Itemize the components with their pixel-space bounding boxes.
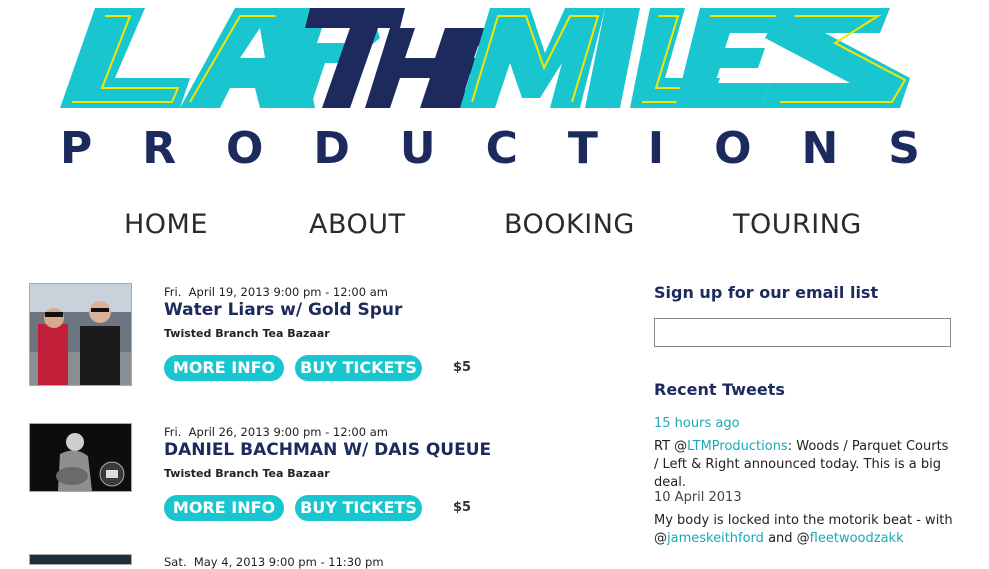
buy-tickets-button[interactable]: BUY TICKETS: [295, 355, 422, 381]
lap-the-miles-logo-art: [60, 8, 910, 108]
nav-booking-link[interactable]: BOOKING: [504, 205, 635, 245]
tweet-mention-link[interactable]: jameskeithford: [667, 531, 764, 546]
email-signup-input[interactable]: [654, 318, 951, 347]
email-signup-heading: Sign up for our email list: [654, 283, 879, 302]
tweet-body: and @: [763, 531, 810, 546]
event-date: Sat. May 4, 2013 9:00 pm - 11:30 pm: [164, 555, 384, 569]
event-venue: Twisted Branch Tea Bazaar: [164, 467, 330, 480]
event-title-link[interactable]: DANIEL BACHMAN W/ DAIS QUEUE: [164, 440, 491, 460]
event-day: Fri.: [164, 285, 182, 299]
nav-home-link[interactable]: HOME: [124, 205, 208, 245]
more-info-button[interactable]: MORE INFO: [164, 495, 284, 521]
event-date: Fri. April 19, 2013 9:00 pm - 12:00 am: [164, 285, 388, 299]
tweet-prefix: RT @: [654, 439, 688, 454]
wordmark-letter: D: [313, 123, 350, 174]
tweet-timestamp-link[interactable]: 10 April 2013: [654, 490, 742, 505]
wordmark-letter: S: [888, 123, 920, 174]
wordmark-letter: P: [60, 123, 93, 174]
tweet-text: My body is locked into the motorik beat …: [654, 512, 954, 548]
event-date: Fri. April 26, 2013 9:00 pm - 12:00 am: [164, 425, 388, 439]
event-price: $5: [453, 500, 472, 515]
productions-wordmark: P R O D U C T I O N S: [60, 124, 920, 174]
site-logo[interactable]: P R O D U C T I O N S: [0, 0, 989, 185]
more-info-button[interactable]: MORE INFO: [164, 355, 284, 381]
tweet-mention-link[interactable]: LTMProductions: [687, 439, 788, 454]
wordmark-letter: U: [399, 123, 436, 174]
wordmark-letter: R: [142, 123, 177, 174]
main-nav: HOME ABOUT BOOKING TOURING: [0, 205, 989, 249]
event-datetime: April 26, 2013 9:00 pm - 12:00 am: [188, 425, 388, 439]
band-photo-image: [30, 284, 131, 385]
wordmark-letter: O: [226, 123, 264, 174]
event-thumbnail[interactable]: [29, 554, 132, 565]
wordmark-letter: N: [801, 123, 839, 174]
event-day: Sat.: [164, 555, 187, 569]
band-photo-image: [30, 424, 131, 491]
buy-tickets-button[interactable]: BUY TICKETS: [295, 495, 422, 521]
event-thumbnail[interactable]: [29, 283, 132, 386]
event-day: Fri.: [164, 425, 182, 439]
event-venue: Twisted Branch Tea Bazaar: [164, 327, 330, 340]
wordmark-letter: I: [647, 123, 665, 174]
wordmark-letter: O: [714, 123, 752, 174]
nav-touring-link[interactable]: TOURING: [733, 205, 862, 245]
event-datetime: May 4, 2013 9:00 pm - 11:30 pm: [193, 555, 384, 569]
event-thumbnail[interactable]: [29, 423, 132, 492]
event-title-link[interactable]: Water Liars w/ Gold Spur: [164, 300, 402, 320]
recent-tweets-heading: Recent Tweets: [654, 380, 785, 399]
wordmark-letter: C: [485, 123, 518, 174]
tweet-mention-link[interactable]: fleetwoodzakk: [810, 531, 904, 546]
nav-about-link[interactable]: ABOUT: [309, 205, 406, 245]
event-datetime: April 19, 2013 9:00 pm - 12:00 am: [188, 285, 388, 299]
tweet-text: RT @LTMProductions: Woods / Parquet Cour…: [654, 438, 954, 492]
tweet-timestamp-link[interactable]: 15 hours ago: [654, 416, 740, 431]
event-price: $5: [453, 360, 472, 375]
wordmark-letter: T: [567, 123, 598, 174]
